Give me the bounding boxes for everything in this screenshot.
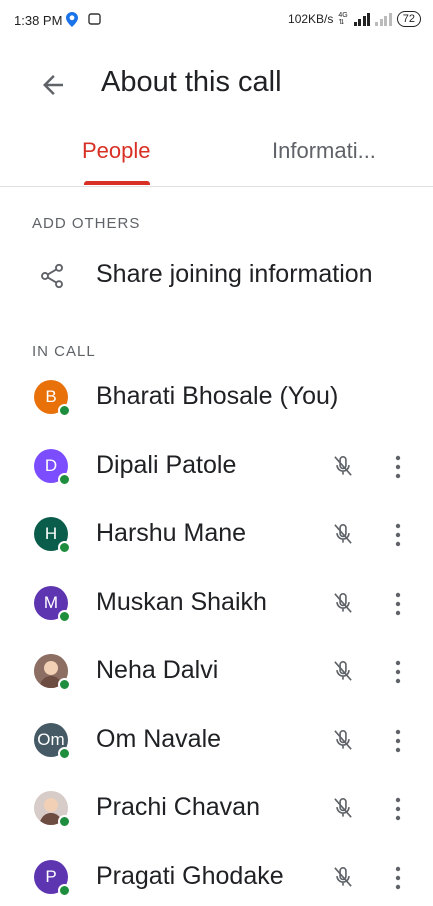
more-options-icon[interactable] <box>388 727 408 755</box>
online-status-dot <box>58 541 71 554</box>
participant-name: Dipali Patole <box>96 450 237 479</box>
avatar-initial: D <box>44 455 58 475</box>
online-status-dot <box>58 609 71 623</box>
status-right: 102KB/s 4G ⇅ 72 <box>288 11 421 27</box>
in-call-heading: IN CALL <box>32 343 96 360</box>
add-others-heading: ADD OTHERS <box>32 215 141 232</box>
online-status-dot <box>58 815 71 828</box>
battery-icon: 72 <box>396 11 421 27</box>
location-icon <box>66 12 78 27</box>
avatar <box>34 791 71 828</box>
mic-off-icon <box>334 797 352 818</box>
avatar-initial: P <box>45 866 57 886</box>
participant-name: Pragati Ghodake <box>96 861 284 890</box>
participant-name: Prachi Chavan <box>96 793 260 821</box>
avatar-initial: H <box>44 524 58 543</box>
status-bar: 1:38 PM 102KB/s 4G ⇅ 72 <box>0 0 433 40</box>
network-type: 4G ⇅ <box>338 12 348 26</box>
tab-bar: People Informati... <box>0 120 433 187</box>
mic-off-icon <box>334 455 352 476</box>
more-options-icon[interactable] <box>388 590 408 618</box>
avatar: D <box>34 448 71 486</box>
mic-off-icon <box>334 523 352 544</box>
tab-people[interactable]: People <box>82 138 151 164</box>
app-bar: About this call <box>0 50 433 120</box>
mic-off-icon <box>334 866 352 887</box>
avatar-initial: B <box>45 387 57 406</box>
signal-icon <box>353 12 371 26</box>
participant-row[interactable]: Prachi Chavan <box>0 781 433 837</box>
participant-row[interactable]: B Bharati Bhosale (You) <box>0 370 433 426</box>
mic-off-icon <box>334 660 352 681</box>
more-options-icon[interactable] <box>388 521 408 549</box>
online-status-dot <box>58 678 71 691</box>
mic-off-icon <box>334 729 352 750</box>
avatar: P <box>34 859 71 897</box>
more-options-icon[interactable] <box>388 864 408 892</box>
participant-name: Bharati Bhosale (You) <box>96 382 339 410</box>
avatar <box>34 654 71 691</box>
online-status-dot <box>58 746 71 760</box>
online-status-dot <box>58 472 71 486</box>
avatar-initial: Om <box>37 729 65 749</box>
online-status-dot <box>58 883 71 897</box>
active-tab-indicator <box>84 181 150 185</box>
participant-row[interactable]: Om Om Navale <box>0 713 433 769</box>
page-title: About this call <box>101 66 282 98</box>
participant-row[interactable]: Neha Dalvi <box>0 644 433 700</box>
participant-row[interactable]: P Pragati Ghodake <box>0 850 433 906</box>
avatar-initial: M <box>43 592 59 612</box>
more-options-icon[interactable] <box>388 795 408 823</box>
avatar: H <box>34 517 71 554</box>
more-options-icon[interactable] <box>388 658 408 686</box>
network-speed: 102KB/s <box>288 12 334 26</box>
participant-name: Neha Dalvi <box>96 656 219 684</box>
avatar: B <box>34 380 71 417</box>
participant-row[interactable]: H Harshu Mane <box>0 507 433 563</box>
signal-secondary-icon <box>375 12 392 26</box>
share-joining-info-button[interactable]: Share joining information <box>0 250 433 300</box>
online-status-dot <box>58 404 71 417</box>
share-icon <box>41 263 63 289</box>
avatar: Om <box>34 722 71 760</box>
status-time: 1:38 PM <box>14 13 63 28</box>
participant-name: Om Navale <box>96 724 222 753</box>
share-label: Share joining information <box>96 260 373 288</box>
participant-name: Harshu Mane <box>96 519 247 547</box>
more-options-icon[interactable] <box>388 453 408 481</box>
participant-row[interactable]: D Dipali Patole <box>0 439 433 495</box>
participant-row[interactable]: M Muskan Shaikh <box>0 576 433 632</box>
avatar: M <box>34 585 71 623</box>
mic-off-icon <box>334 592 352 613</box>
participant-name: Muskan Shaikh <box>96 587 267 616</box>
screen-record-icon <box>88 13 101 25</box>
arrow-back-icon[interactable] <box>38 70 68 100</box>
tab-information[interactable]: Informati... <box>272 138 376 164</box>
